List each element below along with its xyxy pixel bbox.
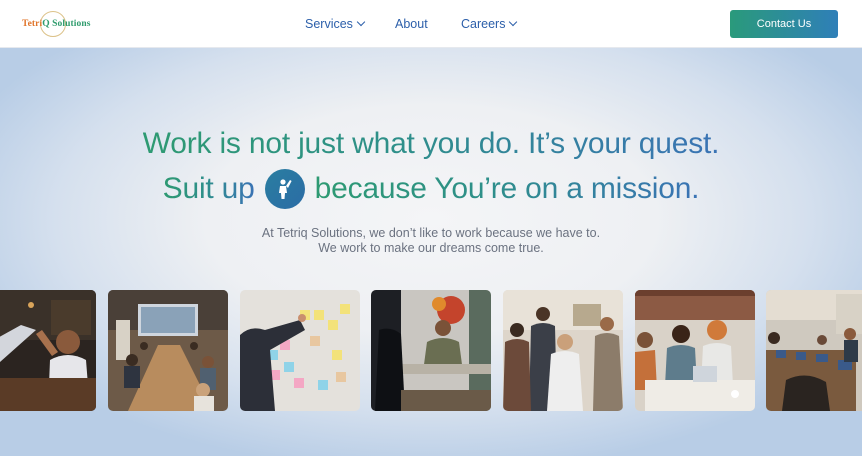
chevron-down-icon: [509, 17, 518, 27]
nav-item-label: About: [395, 17, 428, 31]
site-header: TetriQ Solutions Services About Careers …: [0, 0, 862, 48]
contact-us-button[interactable]: Contact Us: [730, 10, 838, 38]
photo-strip: [0, 290, 862, 411]
logo[interactable]: TetriQ Solutions: [22, 10, 91, 38]
nav-item-careers[interactable]: Careers: [461, 17, 518, 31]
nav-item-about[interactable]: About: [395, 17, 428, 31]
office-meeting-photo: [371, 290, 491, 411]
team-high-five-photo: [0, 290, 96, 411]
raised-hand-person-icon: [264, 169, 305, 209]
sticky-notes-board-photo: [240, 290, 360, 411]
laptop-collaboration-photo: [635, 290, 755, 411]
team-group-photo: [503, 290, 623, 411]
nav-item-services[interactable]: Services: [305, 17, 366, 31]
hero-section: Work is not just what you do. It’s your …: [0, 48, 862, 456]
logo-text: TetriQ Solutions: [22, 19, 91, 29]
hero-subtext-line1: At Tetriq Solutions, we don’t like to wo…: [261, 226, 601, 240]
conference-room-photo: [108, 290, 228, 411]
hero-headline-line1: Work is not just what you do. It’s your …: [142, 127, 720, 160]
hero-headline-line2: Suit up because You’re on a mission.: [0, 169, 862, 209]
nav-item-label: Careers: [461, 17, 506, 31]
chevron-down-icon: [356, 17, 366, 27]
nav-item-label: Services: [305, 17, 353, 31]
hero-subtext-line2: We work to make our dreams come true.: [318, 241, 544, 255]
coworking-space-photo: [766, 290, 862, 411]
